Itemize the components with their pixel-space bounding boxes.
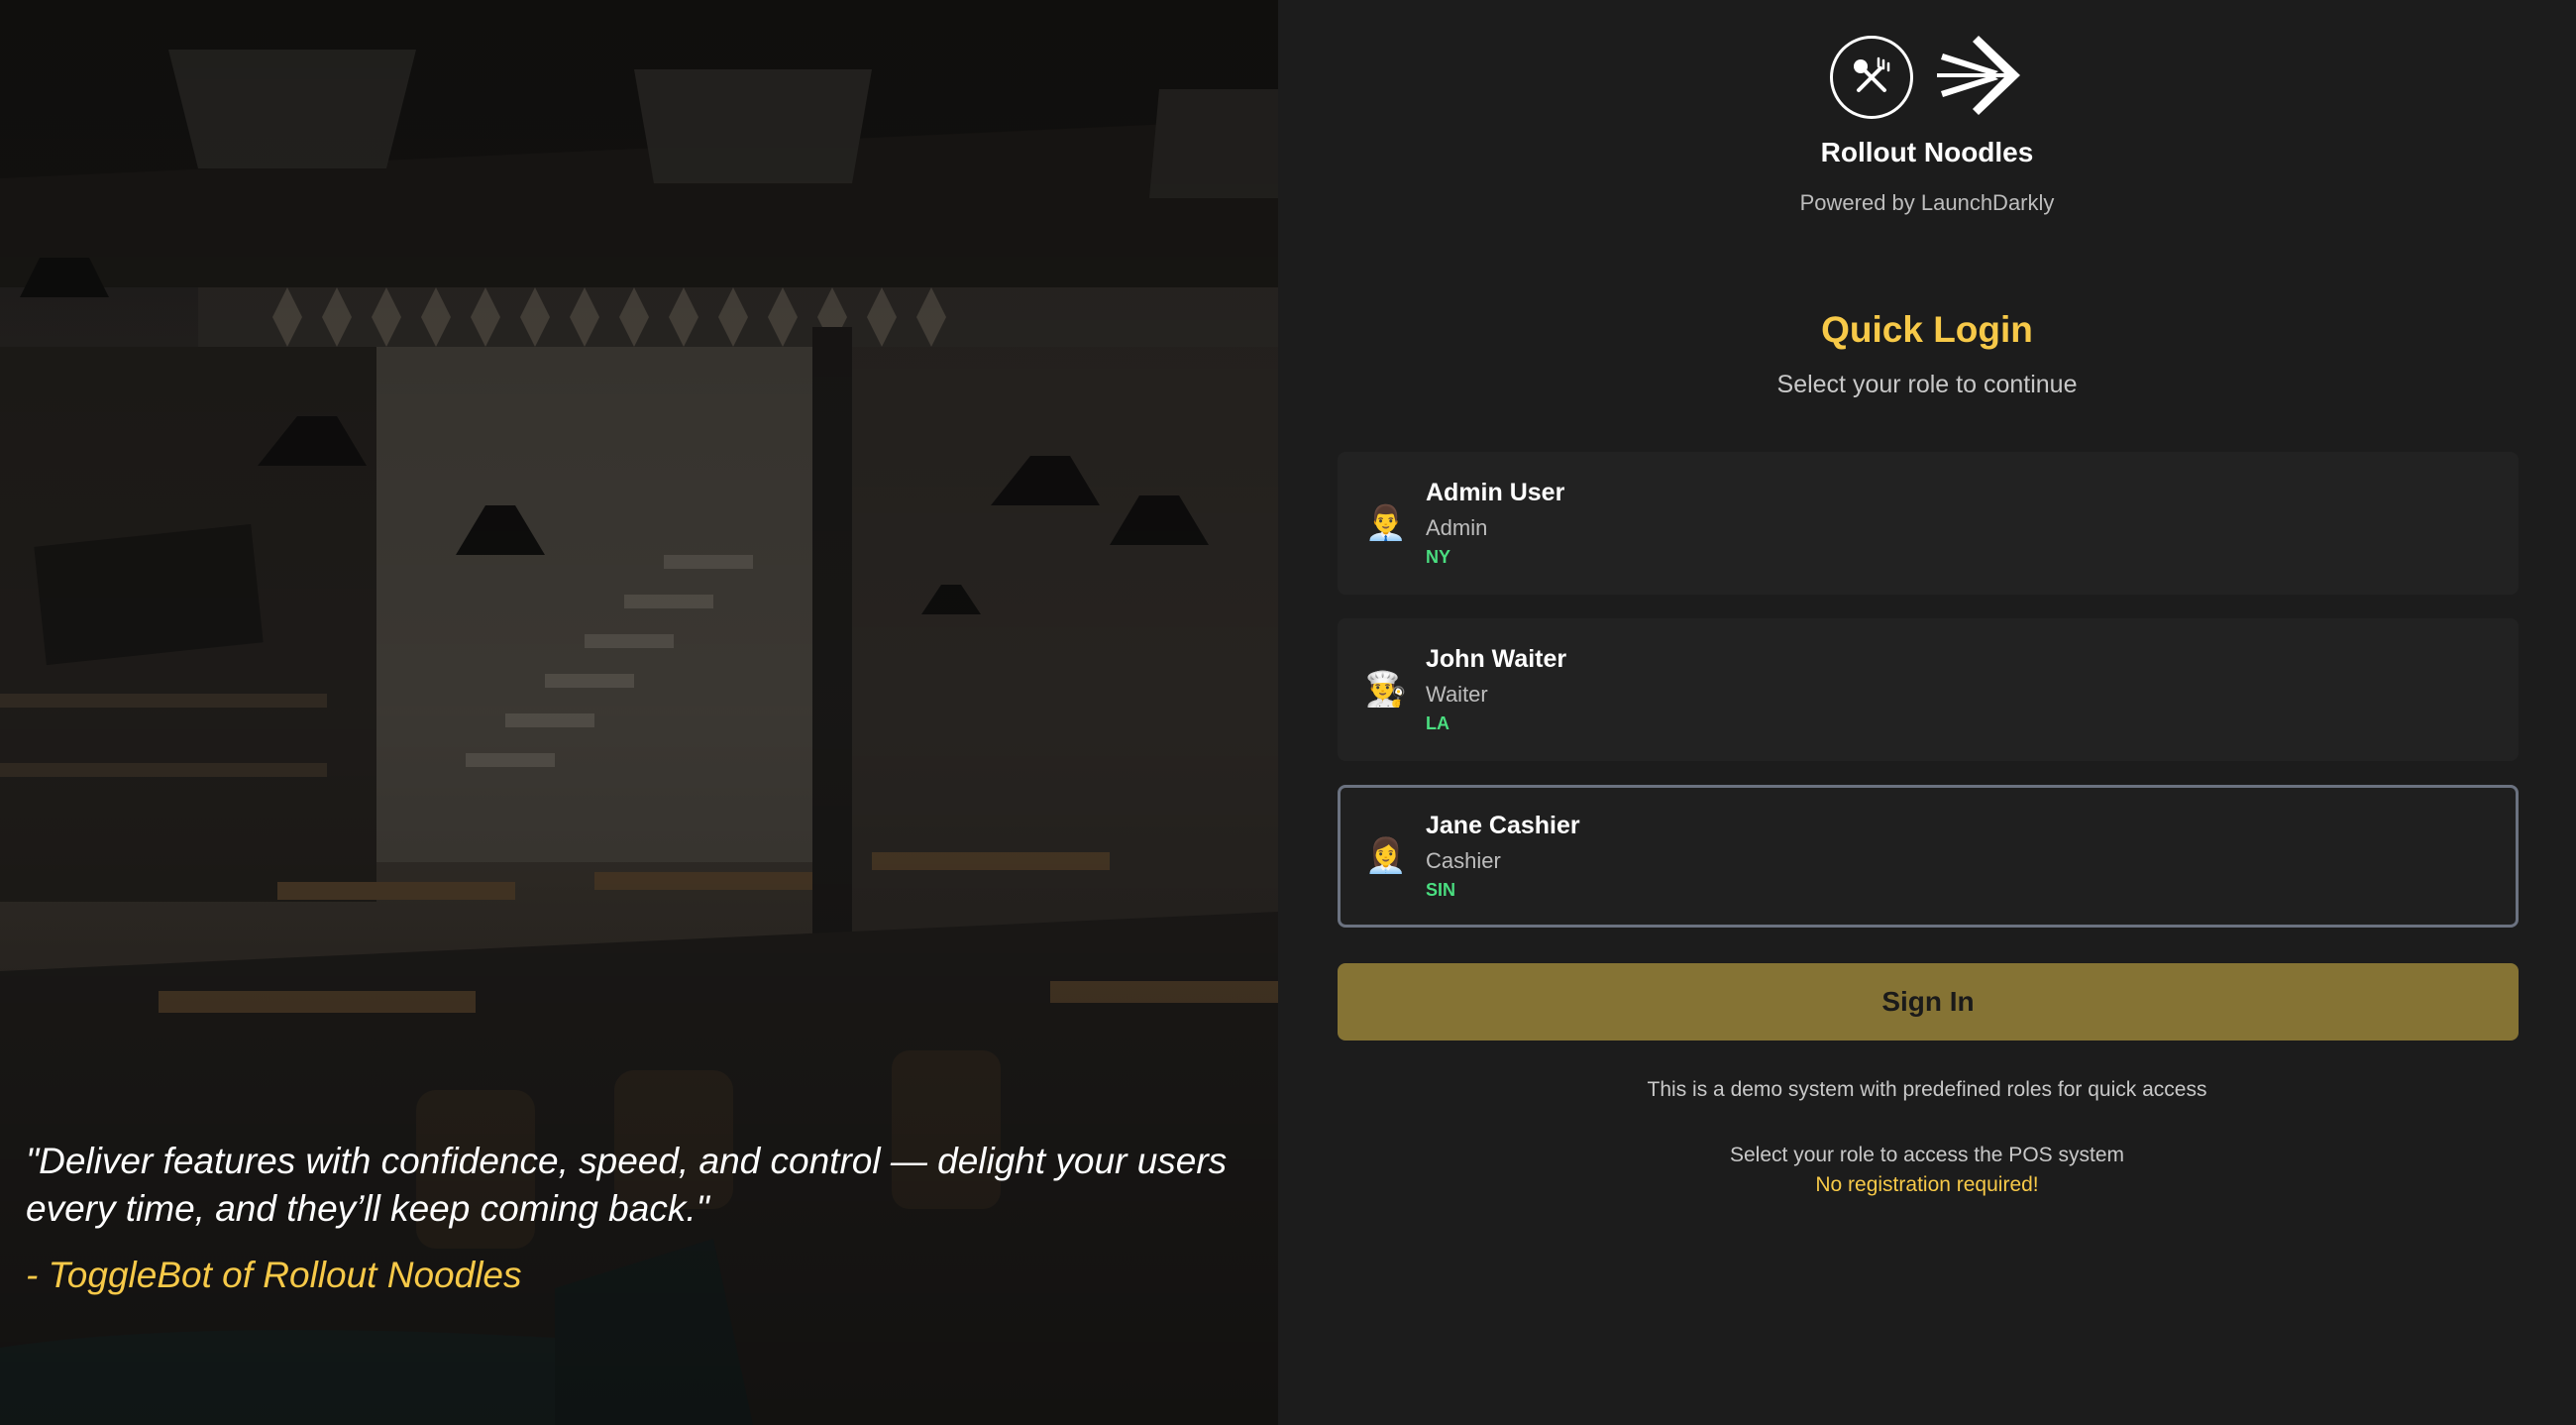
role-title: Cashier: [1426, 848, 1501, 873]
access-note: Select your role to access the POS syste…: [1730, 1144, 2124, 1166]
no-registration-note: No registration required!: [1815, 1173, 2039, 1196]
demo-note: This is a demo system with predefined ro…: [1647, 1078, 2207, 1101]
role-location: NY: [1426, 547, 1451, 567]
role-card-cashier[interactable]: 👩‍💼 Jane Cashier Cashier SIN: [1338, 785, 2519, 928]
launchdarkly-arrow-icon: [1933, 32, 2024, 124]
brand-header: Rollout Noodles Powered by LaunchDarkly: [1278, 34, 2576, 216]
fork-knife-icon: [1830, 36, 1913, 119]
quick-login-title: Quick Login: [1821, 309, 2033, 350]
sign-in-button[interactable]: Sign In: [1338, 963, 2519, 1041]
admin-avatar-icon: 👨‍💼: [1364, 504, 1408, 542]
role-location: LA: [1426, 713, 1449, 733]
powered-by: Powered by LaunchDarkly: [1799, 190, 2055, 215]
quick-login-subtitle: Select your role to continue: [1776, 371, 2078, 398]
role-location: SIN: [1426, 880, 1456, 900]
role-title: Waiter: [1426, 682, 1488, 707]
brand-logos: [1278, 34, 2576, 121]
role-card-waiter[interactable]: 👨‍🍳 John Waiter Waiter LA: [1338, 618, 2519, 761]
hero-panel: "Deliver features with confidence, speed…: [0, 0, 1278, 1425]
role-user-name: John Waiter: [1426, 645, 1567, 673]
role-user-name: Jane Cashier: [1426, 812, 1580, 839]
role-title: Admin: [1426, 515, 1488, 540]
testimonial: "Deliver features with confidence, speed…: [26, 1138, 1264, 1296]
testimonial-quote: "Deliver features with confidence, speed…: [26, 1141, 1228, 1229]
cashier-avatar-icon: 👩‍💼: [1364, 837, 1408, 875]
brand-name: Rollout Noodles: [1820, 137, 2034, 167]
role-card-admin[interactable]: 👨‍💼 Admin User Admin NY: [1338, 452, 2519, 595]
waiter-avatar-icon: 👨‍🍳: [1364, 671, 1408, 709]
login-panel: Rollout Noodles Powered by LaunchDarkly …: [1278, 0, 2576, 1425]
login-page: "Deliver features with confidence, speed…: [0, 0, 2576, 1425]
testimonial-author: - ToggleBot of Rollout Noodles: [26, 1255, 522, 1295]
role-user-name: Admin User: [1426, 479, 1565, 506]
